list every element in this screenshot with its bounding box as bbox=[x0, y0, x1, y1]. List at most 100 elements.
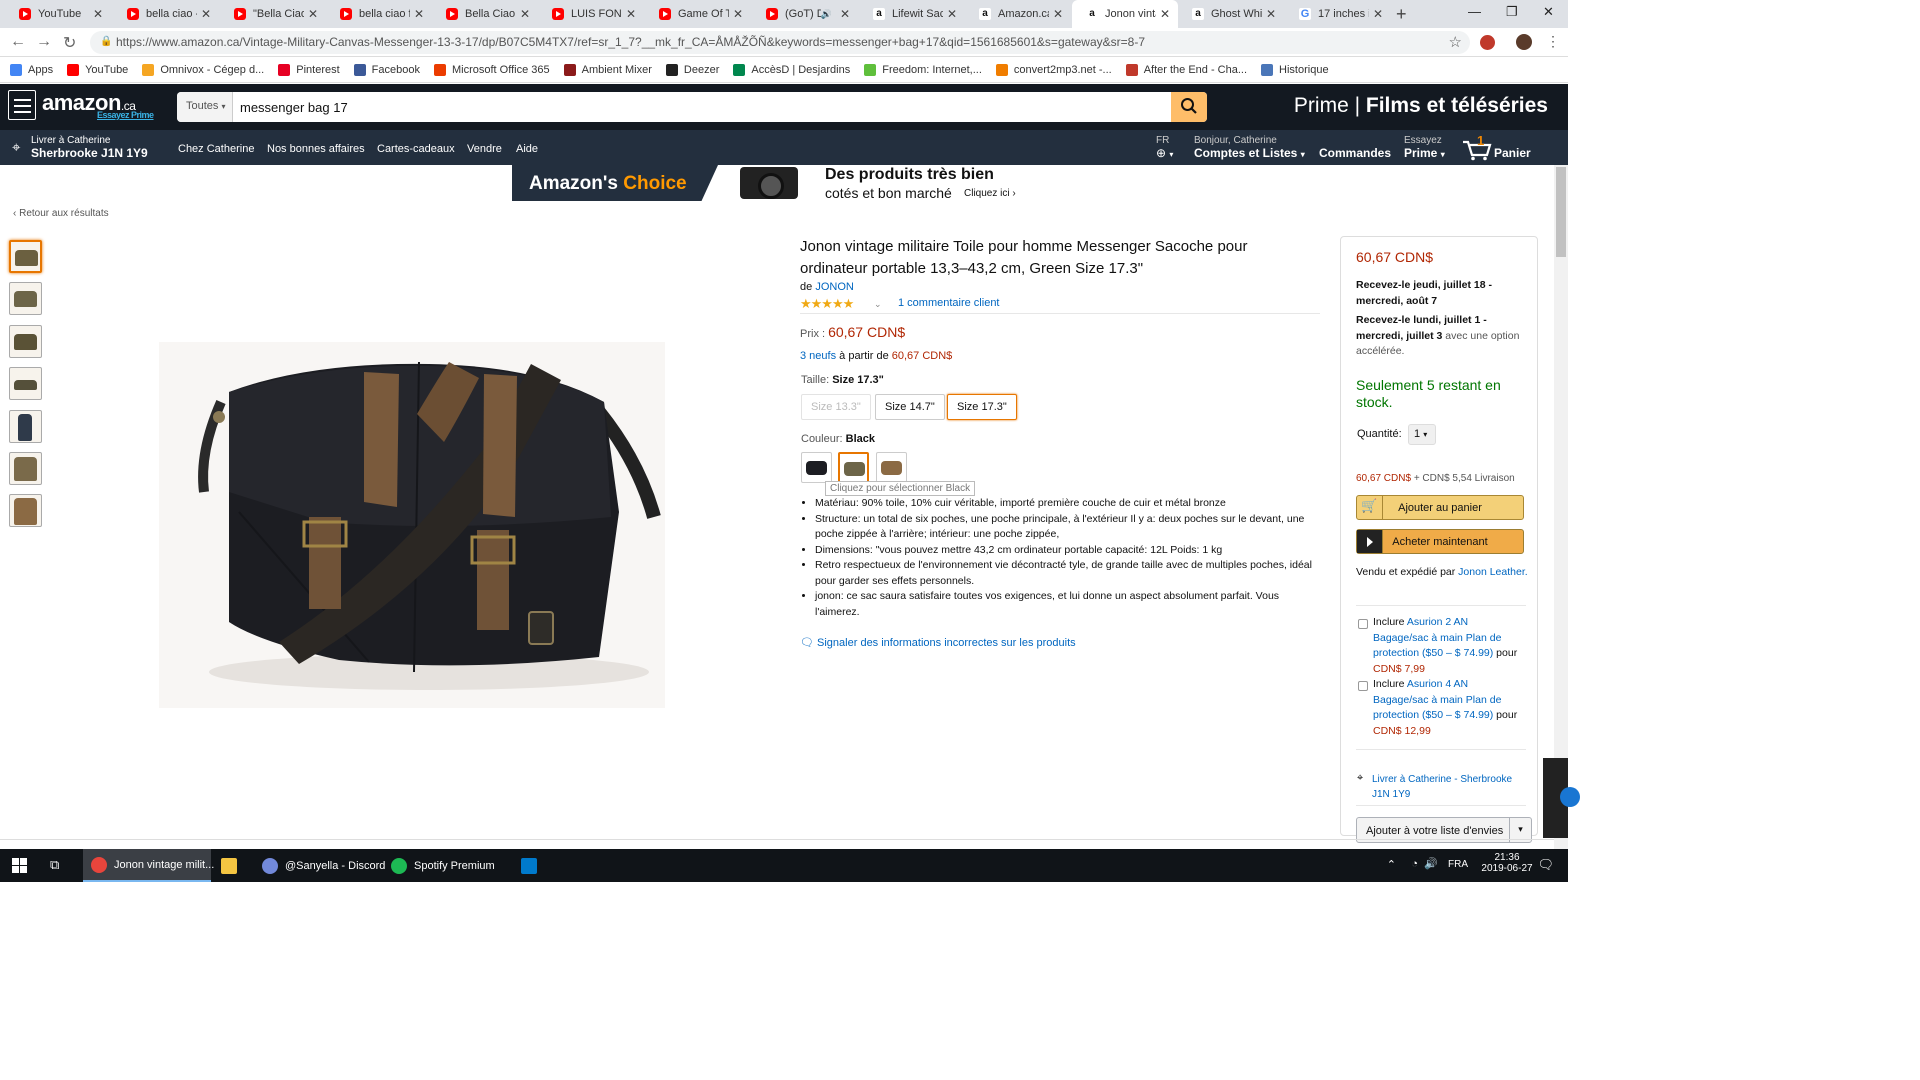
scrollbar-thumb[interactable] bbox=[1556, 167, 1566, 257]
protection-plan-4yr-checkbox[interactable] bbox=[1358, 681, 1368, 691]
close-window-icon[interactable]: ✕ bbox=[1543, 4, 1554, 20]
amazon-logo[interactable]: amazon.ca Essayez Prime bbox=[42, 90, 154, 120]
browser-tab[interactable]: a Amazon.ca : ✕ bbox=[965, 0, 1071, 28]
taskbar-app[interactable] bbox=[513, 849, 555, 882]
thumbnail-5[interactable] bbox=[9, 410, 42, 443]
browser-tab[interactable]: a Ghost Whisp ✕ bbox=[1178, 0, 1284, 28]
close-tab-icon[interactable]: ✕ bbox=[414, 7, 424, 21]
profile-avatar[interactable] bbox=[1516, 34, 1532, 50]
taskbar-app[interactable] bbox=[213, 849, 249, 882]
close-tab-icon[interactable]: ✕ bbox=[308, 7, 318, 21]
prime-video-promo[interactable]: Prime | Films et téléséries bbox=[1294, 94, 1548, 118]
tray-expand-icon[interactable]: ⌃ bbox=[1387, 858, 1396, 871]
bookmark-item[interactable]: Apps bbox=[10, 63, 53, 76]
browser-tab[interactable]: Game Of Th ✕ bbox=[645, 0, 751, 28]
nav-link-help[interactable]: Aide bbox=[516, 143, 538, 155]
audio-icon[interactable]: 🔊 bbox=[821, 9, 832, 20]
chevron-down-icon[interactable]: ⌄ bbox=[874, 299, 882, 310]
taskbar-app[interactable]: @Sanyella - Discord bbox=[254, 849, 385, 882]
restore-icon[interactable]: ❐ bbox=[1506, 4, 1518, 20]
browser-tab[interactable]: bella ciao - Y ✕ bbox=[113, 0, 219, 28]
notifications-icon[interactable]: 🗨 bbox=[1537, 857, 1554, 873]
protection-plan-2yr-checkbox[interactable] bbox=[1358, 619, 1368, 629]
bookmark-item[interactable]: YouTube bbox=[67, 63, 128, 76]
nav-link-sell[interactable]: Vendre bbox=[467, 143, 502, 155]
bookmark-item[interactable]: Omnivox - Cégep d... bbox=[142, 63, 264, 76]
wifi-icon[interactable]: ◔ bbox=[1411, 858, 1418, 870]
bookmark-item[interactable]: After the End - Cha... bbox=[1125, 63, 1247, 76]
close-tab-icon[interactable]: ✕ bbox=[1373, 7, 1383, 21]
close-tab-icon[interactable]: ✕ bbox=[840, 7, 850, 21]
clock[interactable]: 21:36 2019-06-27 bbox=[1479, 852, 1535, 874]
thumbnail-2[interactable] bbox=[9, 282, 42, 315]
amazons-choice-banner[interactable]: Amazon's Choice Des produits très bien c… bbox=[512, 165, 1056, 201]
banner-cta[interactable]: Cliquez ici › bbox=[964, 188, 1016, 199]
seller-link[interactable]: Jonon Leather. bbox=[1458, 566, 1527, 578]
nav-link-deals[interactable]: Nos bonnes affaires bbox=[267, 143, 365, 155]
close-tab-icon[interactable]: ✕ bbox=[1160, 7, 1170, 21]
thumbnail-1[interactable] bbox=[9, 240, 42, 273]
bookmark-item[interactable]: Freedom: Internet,... bbox=[864, 63, 982, 76]
prime-menu[interactable]: Essayez Prime ▾ bbox=[1404, 135, 1445, 161]
reload-icon[interactable]: ↻ bbox=[63, 33, 76, 53]
color-swatch-black[interactable] bbox=[801, 452, 832, 483]
windows-start-icon[interactable] bbox=[12, 858, 27, 873]
browser-tab[interactable]: (GoT) D🔊 ✕ bbox=[752, 0, 858, 28]
search-category-select[interactable]: Toutes ▾ bbox=[177, 92, 233, 122]
brand-link[interactable]: JONON bbox=[815, 281, 854, 293]
hamburger-menu-icon[interactable] bbox=[8, 90, 36, 120]
thumbnail-3[interactable] bbox=[9, 325, 42, 358]
size-option-14[interactable]: Size 14.7" bbox=[875, 394, 945, 420]
close-tab-icon[interactable]: ✕ bbox=[1266, 7, 1276, 21]
bookmark-item[interactable]: Pinterest bbox=[278, 63, 340, 76]
bookmark-item[interactable]: Ambient Mixer bbox=[563, 63, 652, 76]
bookmark-item[interactable]: Historique bbox=[1261, 63, 1329, 76]
quantity-select[interactable]: 1 ▾ bbox=[1408, 424, 1436, 445]
browser-tab[interactable]: Bella Ciao ft ✕ bbox=[432, 0, 538, 28]
buy-now-button[interactable]: Acheter maintenant bbox=[1356, 529, 1524, 554]
color-swatch-brown[interactable] bbox=[876, 452, 907, 483]
try-prime-link[interactable]: Essayez Prime bbox=[97, 110, 154, 120]
orders-link[interactable]: Commandes bbox=[1319, 135, 1391, 159]
url-field[interactable]: 🔒 https://www.amazon.ca/Vintage-Military… bbox=[90, 31, 1470, 54]
new-tab-button[interactable]: + bbox=[1396, 4, 1407, 25]
color-swatch-green[interactable] bbox=[838, 452, 869, 483]
back-arrow-icon[interactable]: ← bbox=[10, 33, 26, 51]
forward-arrow-icon[interactable]: → bbox=[36, 33, 52, 51]
new-offers-link[interactable]: 3 neufs bbox=[800, 350, 836, 362]
extension-icon[interactable] bbox=[1480, 35, 1495, 50]
browser-tab[interactable]: bella ciao fr ✕ bbox=[326, 0, 432, 28]
taskbar-app[interactable]: Spotify Premium bbox=[383, 849, 509, 882]
browser-tab[interactable]: "Bella Ciao" ✕ bbox=[220, 0, 326, 28]
main-product-image[interactable] bbox=[159, 342, 665, 708]
bookmark-item[interactable]: convert2mp3.net -... bbox=[995, 63, 1112, 76]
reviews-link[interactable]: 1 commentaire client bbox=[898, 297, 1000, 309]
thumbnail-7[interactable] bbox=[9, 494, 42, 527]
search-input[interactable] bbox=[233, 92, 1173, 122]
language-indicator[interactable]: FRA bbox=[1448, 859, 1468, 870]
bookmark-item[interactable]: Deezer bbox=[665, 63, 719, 76]
bookmark-item[interactable]: Microsoft Office 365 bbox=[433, 63, 550, 76]
language-selector[interactable]: FR ⊕ ▾ bbox=[1156, 135, 1173, 161]
close-tab-icon[interactable]: ✕ bbox=[1053, 7, 1063, 21]
size-option-17[interactable]: Size 17.3" bbox=[947, 394, 1017, 420]
floating-widget[interactable] bbox=[1543, 758, 1580, 838]
close-tab-icon[interactable]: ✕ bbox=[626, 7, 636, 21]
browser-tab[interactable]: G 17 inches in ✕ bbox=[1285, 0, 1391, 28]
close-tab-icon[interactable]: ✕ bbox=[520, 7, 530, 21]
back-to-results-link[interactable]: ‹ Retour aux résultats bbox=[13, 208, 109, 219]
browser-tab[interactable]: a Jonon vintag ✕ bbox=[1072, 0, 1178, 28]
nav-link-chez[interactable]: Chez Catherine bbox=[178, 143, 254, 155]
thumbnail-4[interactable] bbox=[9, 367, 42, 400]
menu-dots-icon[interactable]: ⋮ bbox=[1546, 33, 1560, 50]
close-tab-icon[interactable]: ✕ bbox=[947, 7, 957, 21]
close-tab-icon[interactable]: ✕ bbox=[733, 7, 743, 21]
cart-link[interactable]: 1 Panier bbox=[1462, 133, 1534, 163]
rating-stars-icon[interactable]: ★★★★★ bbox=[800, 296, 854, 312]
task-view-icon[interactable]: ⧉ bbox=[50, 857, 59, 873]
search-button[interactable] bbox=[1171, 92, 1207, 122]
close-tab-icon[interactable]: ✕ bbox=[201, 7, 211, 21]
report-info-link[interactable]: 🗨 Signaler des informations incorrectes … bbox=[800, 636, 1076, 649]
taskbar-app[interactable]: Jonon vintage milit... bbox=[83, 849, 214, 882]
browser-tab[interactable]: LUIS FONSI ✕ bbox=[538, 0, 644, 28]
